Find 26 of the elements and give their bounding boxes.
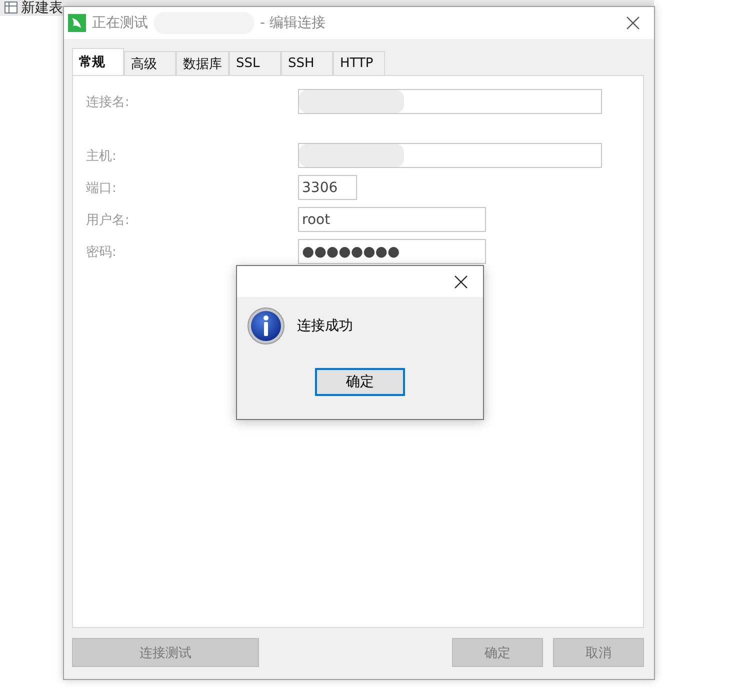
field-label: 连接名: — [86, 94, 130, 110]
input-field[interactable]: root — [298, 207, 486, 232]
tab[interactable]: HTTP — [333, 51, 385, 75]
field-label: 用户名: — [86, 212, 130, 228]
info-icon — [247, 307, 285, 345]
window-title: - 编辑连接 — [260, 14, 326, 32]
close-icon[interactable] — [454, 274, 468, 288]
input-field[interactable] — [298, 89, 602, 114]
field-label: 密码: — [86, 244, 118, 260]
window-title: 正在测试 — [92, 14, 148, 32]
tab[interactable]: 数据库 — [176, 51, 229, 75]
app-icon — [68, 14, 86, 32]
toolbar-button[interactable]: 新建表 — [4, 0, 63, 16]
close-icon[interactable] — [626, 16, 640, 30]
field-label: 端口: — [86, 180, 118, 196]
ok-button[interactable]: 确定 — [315, 368, 405, 396]
field-label: 主机: — [86, 148, 118, 164]
input-field[interactable] — [298, 143, 602, 168]
input-field[interactable]: 3306 — [298, 175, 357, 200]
tab[interactable]: SSH — [281, 51, 333, 75]
tab[interactable]: 常规 — [72, 48, 124, 75]
message-text: 连接成功 — [297, 317, 353, 335]
table-icon — [4, 1, 18, 15]
input-field[interactable]: ●●●●●●●● — [298, 239, 486, 264]
tab[interactable]: 高级 — [124, 51, 176, 75]
tab[interactable]: SSL — [229, 51, 281, 75]
